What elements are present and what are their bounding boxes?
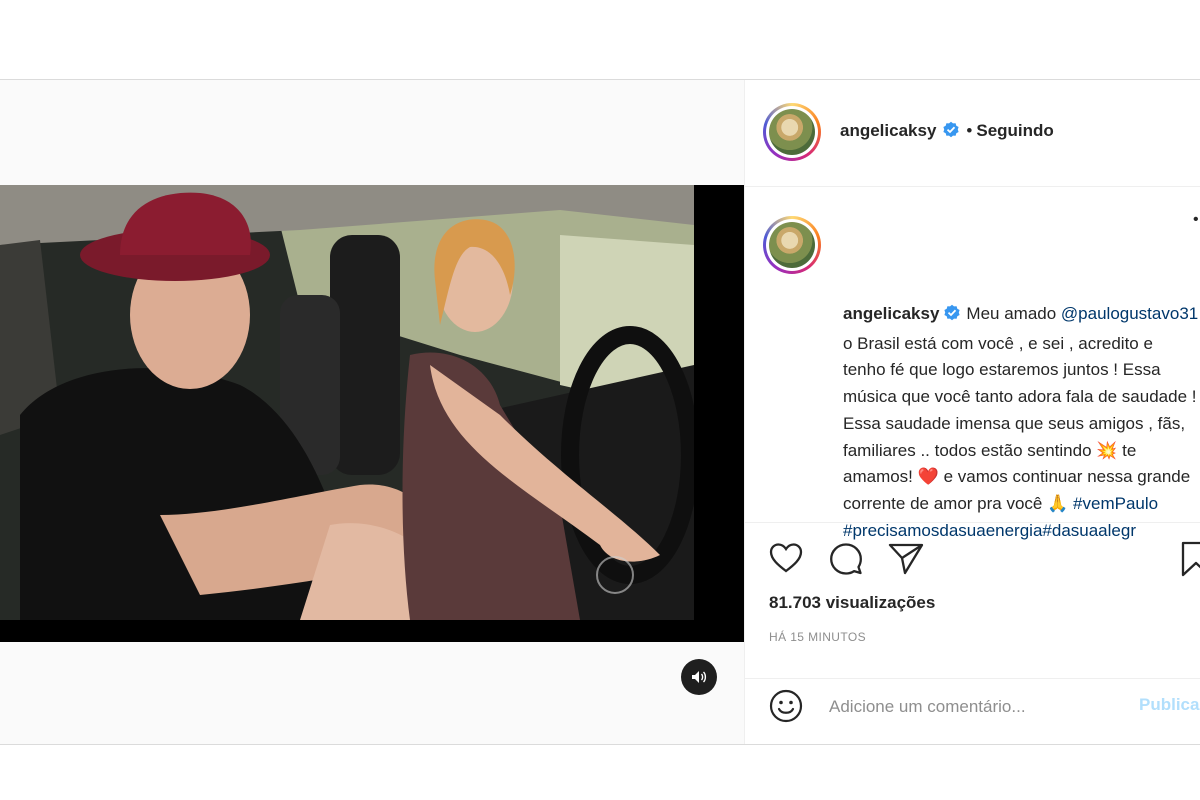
author-username[interactable]: angelicaksy xyxy=(840,121,936,140)
mute-button[interactable] xyxy=(681,659,717,695)
verified-badge-icon xyxy=(942,121,960,144)
verified-badge-icon xyxy=(943,304,961,331)
post-caption: angelicaksy Meu amado @paulogustavo31 o B… xyxy=(843,301,1199,544)
post-side-panel: angelicaksy • Seguindo • angelicaksy Meu am… xyxy=(745,80,1200,744)
sparkle-emoji-icon: 💥 xyxy=(1096,440,1118,460)
heart-emoji-icon: ❤️ xyxy=(917,467,939,487)
video-frame xyxy=(0,185,694,620)
more-options-icon[interactable]: • xyxy=(1193,211,1199,229)
heart-icon[interactable] xyxy=(769,542,803,574)
author-avatar[interactable] xyxy=(763,103,821,161)
following-button[interactable]: Seguindo xyxy=(976,121,1053,140)
separator-dot: • xyxy=(966,121,973,140)
caption-avatar[interactable] xyxy=(763,216,821,274)
speaker-icon xyxy=(692,671,707,683)
views-count[interactable]: 81.703 visualizações xyxy=(769,593,935,613)
comment-icon[interactable] xyxy=(829,542,863,576)
instagram-post: angelicaksy • Seguindo • angelicaksy Meu am… xyxy=(0,79,1200,745)
hashtag-link[interactable]: #vemPaulo xyxy=(1073,494,1158,513)
comment-input[interactable] xyxy=(827,693,1131,721)
caption-mention-link[interactable]: @paulogustavo31 xyxy=(1061,304,1198,323)
post-video[interactable] xyxy=(0,185,744,642)
caption-username[interactable]: angelicaksy xyxy=(843,304,939,323)
post-media-area xyxy=(0,80,745,744)
caption-text: o Brasil está com você , e sei , acredit… xyxy=(843,333,1197,460)
share-icon[interactable] xyxy=(888,543,924,575)
author-line: angelicaksy • Seguindo xyxy=(840,121,1054,144)
bookmark-icon[interactable] xyxy=(1181,541,1200,577)
caption-text: Meu amado xyxy=(966,304,1057,323)
post-header: angelicaksy • Seguindo xyxy=(745,80,1200,187)
smiley-icon[interactable] xyxy=(769,689,803,723)
pray-emoji-icon: 🙏 xyxy=(1047,493,1069,513)
post-timestamp[interactable]: HÁ 15 MINUTOS xyxy=(769,630,866,644)
publish-button[interactable]: Publicar xyxy=(1139,695,1200,715)
